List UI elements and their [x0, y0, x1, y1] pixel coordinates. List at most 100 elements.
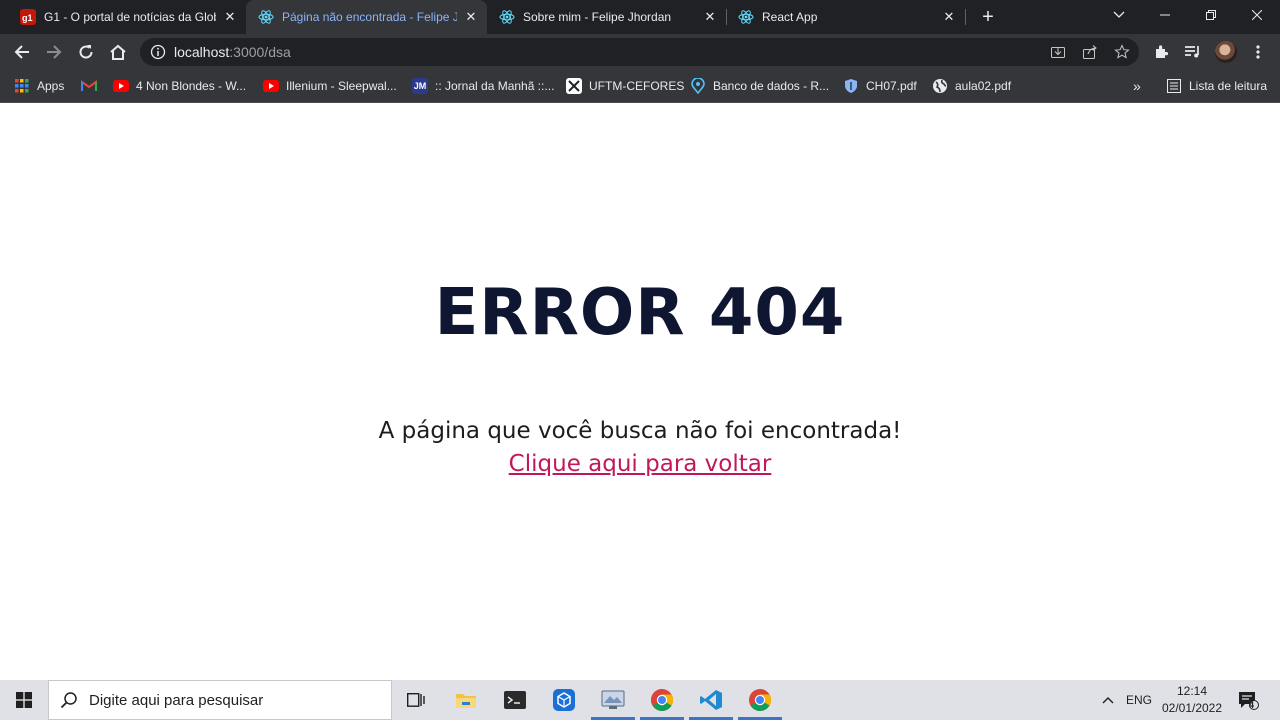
bookmark-label: Banco de dados - R... — [713, 79, 830, 93]
g1-icon: g1 — [20, 9, 36, 25]
back-button[interactable] — [8, 38, 36, 66]
restore-button[interactable] — [1188, 0, 1234, 30]
notification-center-button[interactable]: 4 — [1232, 680, 1264, 720]
bookmark-uftm-cefores[interactable]: UFTM-CEFORES — [566, 76, 684, 96]
bookmarks-overflow-button[interactable]: » — [1133, 76, 1141, 96]
info-icon[interactable] — [150, 44, 166, 60]
media-control-icon[interactable] — [1182, 41, 1204, 63]
bookmark-label: :: Jornal da Manhã ::... — [435, 79, 555, 93]
taskbar-search[interactable]: Digite aqui para pesquisar — [48, 680, 392, 720]
apps-grid-icon — [14, 78, 30, 94]
reload-button[interactable] — [72, 38, 100, 66]
youtube-icon — [263, 78, 279, 94]
gmail-icon — [81, 78, 97, 94]
task-view-button[interactable] — [392, 680, 440, 720]
restore-icon — [1206, 10, 1216, 20]
bookmark-banco-de-dados[interactable]: Banco de dados - R... — [690, 76, 829, 96]
cube-icon — [553, 689, 575, 711]
reload-icon — [79, 45, 93, 59]
box-app[interactable] — [540, 680, 588, 720]
close-icon[interactable]: ✕ — [941, 9, 957, 25]
forward-button[interactable] — [40, 38, 68, 66]
jm-icon: JM — [412, 78, 428, 94]
error-message: A página que você busca não foi encontra… — [378, 418, 902, 444]
bookmark-ch07-pdf[interactable]: CH07.pdf — [843, 76, 917, 96]
toolbar: localhost:3000/dsa — [0, 34, 1280, 70]
show-hidden-icons-button[interactable] — [1096, 680, 1120, 720]
star-icon[interactable] — [1114, 44, 1130, 60]
bookmark-jornal-da-manha[interactable]: JM :: Jornal da Manhã ::... — [412, 76, 554, 96]
tab-separator — [965, 9, 966, 25]
bookmark-gmail[interactable] — [81, 76, 104, 96]
clock[interactable]: 12:14 02/01/2022 — [1158, 683, 1226, 717]
monitor-icon — [601, 690, 625, 709]
remote-desktop-app[interactable] — [589, 680, 637, 720]
tab-title: React App — [762, 10, 818, 24]
react-icon — [258, 9, 274, 25]
address-bar[interactable]: localhost:3000/dsa — [140, 38, 1139, 66]
folder-icon — [456, 694, 476, 708]
map-pin-icon — [690, 78, 706, 94]
vscode-app[interactable] — [687, 680, 735, 720]
task-view-icon — [407, 693, 425, 707]
windows-icon — [16, 692, 32, 708]
home-icon — [110, 44, 126, 60]
svg-text:g1: g1 — [22, 13, 33, 23]
bookmarks-bar: Apps 4 Non Blondes - W... Illenium - Sle… — [0, 70, 1280, 103]
close-icon[interactable]: ✕ — [702, 9, 718, 25]
error-title: ERROR 404 — [434, 276, 846, 350]
tab-search-button[interactable] — [1096, 0, 1142, 30]
start-button[interactable] — [0, 680, 48, 720]
url-path: :3000/dsa — [229, 44, 291, 60]
chevron-up-icon — [1102, 697, 1114, 704]
bookmark-apps[interactable]: Apps — [14, 76, 64, 96]
close-icon — [1252, 10, 1262, 20]
bookmark-label: aula02.pdf — [955, 79, 1012, 93]
tab-g1[interactable]: g1 G1 - O portal de notícias da Globo ✕ — [8, 0, 246, 34]
terminal-app[interactable] — [491, 680, 539, 720]
chrome-app[interactable] — [638, 680, 686, 720]
terminal-icon — [504, 691, 526, 709]
file-explorer-app[interactable] — [442, 680, 490, 720]
language-indicator[interactable]: ENG — [1124, 680, 1154, 720]
bookmark-aula02-pdf[interactable]: aula02.pdf — [932, 76, 1011, 96]
bookmark-label: 4 Non Blondes - W... — [136, 79, 247, 93]
react-icon — [738, 9, 754, 25]
clock-time: 12:14 — [1176, 684, 1208, 698]
bookmark-label: UFTM-CEFORES — [589, 79, 685, 93]
clock-date: 02/01/2022 — [1161, 701, 1223, 715]
uftm-icon — [566, 78, 582, 94]
tab-strip: g1 G1 - O portal de notícias da Globo ✕ … — [0, 0, 1280, 34]
chrome-app-2[interactable] — [736, 680, 784, 720]
new-tab-button[interactable]: + — [976, 5, 1000, 29]
tab-title: G1 - O portal de notícias da Globo — [44, 10, 216, 24]
tab-title: Sobre mim - Felipe Jhordan — [523, 10, 672, 24]
bookmark-label: Apps — [37, 79, 65, 93]
back-link[interactable]: Clique aqui para voltar — [509, 451, 772, 477]
minimize-button[interactable] — [1142, 0, 1188, 30]
bookmark-label: CH07.pdf — [866, 79, 917, 93]
close-icon[interactable]: ✕ — [222, 9, 238, 25]
tab-sobre-mim[interactable]: Sobre mim - Felipe Jhordan ✕ — [487, 0, 726, 34]
chrome-icon — [651, 689, 673, 711]
tab-react-app[interactable]: React App ✕ — [726, 0, 965, 34]
share-icon[interactable] — [1082, 44, 1098, 60]
search-placeholder: Digite aqui para pesquisar — [89, 691, 264, 709]
menu-icon[interactable] — [1247, 41, 1269, 63]
bookmark-label: Illenium - Sleepwal... — [286, 79, 397, 93]
reading-list-button[interactable]: Lista de leitura — [1166, 76, 1267, 96]
avatar[interactable] — [1215, 41, 1237, 63]
close-icon[interactable]: ✕ — [463, 9, 479, 25]
install-icon[interactable] — [1050, 44, 1066, 60]
tab-pagina-nao-encontrada[interactable]: Página não encontrada - Felipe Jhordan ✕ — [246, 0, 487, 34]
home-button[interactable] — [104, 38, 132, 66]
extensions-icon[interactable] — [1150, 41, 1172, 63]
url-text[interactable]: localhost:3000/dsa — [174, 44, 291, 60]
arrow-left-icon — [14, 45, 29, 59]
bookmark-4-non-blondes[interactable]: 4 Non Blondes - W... — [113, 76, 246, 96]
close-window-button[interactable] — [1234, 0, 1280, 30]
bookmark-illenium[interactable]: Illenium - Sleepwal... — [263, 76, 397, 96]
youtube-icon — [113, 78, 129, 94]
reading-list-icon — [1166, 78, 1182, 94]
arrow-right-icon — [47, 45, 62, 59]
